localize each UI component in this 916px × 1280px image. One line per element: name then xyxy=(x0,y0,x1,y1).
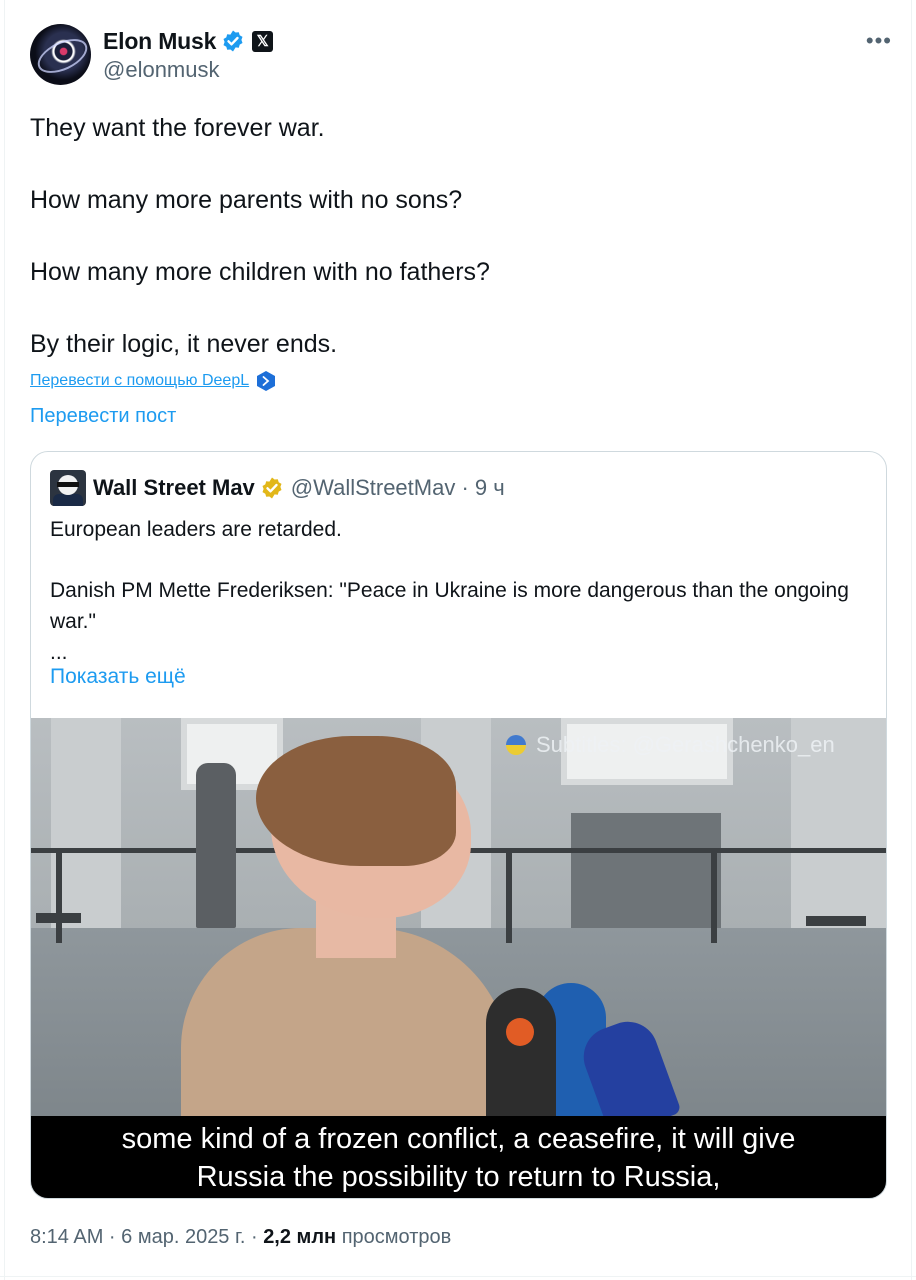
divider xyxy=(0,1276,916,1277)
more-options-icon[interactable]: ••• xyxy=(866,28,892,54)
quoted-post-text: European leaders are retarded. Danish PM… xyxy=(50,514,870,668)
post-text: They want the forever war. How many more… xyxy=(30,110,880,362)
show-more-link[interactable]: Показать ещё xyxy=(50,665,186,689)
quoted-author-name[interactable]: Wall Street Mav xyxy=(93,475,255,501)
ukraine-flag-icon xyxy=(506,735,526,755)
video-cameraman xyxy=(196,763,236,928)
video-subtitle-line: Russia the possibility to return to Russ… xyxy=(196,1161,721,1193)
quoted-author-avatar[interactable] xyxy=(50,470,86,506)
video-subtitle-line: some kind of a frozen conflict, a ceasef… xyxy=(121,1123,796,1155)
post-paragraph: They want the forever war. xyxy=(30,114,325,142)
quoted-author-handle-time: @WallStreetMav · 9 ч xyxy=(290,475,505,500)
post-timestamp[interactable]: 8:14 AM · 6 мар. 2025 г. · xyxy=(30,1226,263,1248)
quoted-ellipsis: ... xyxy=(50,641,68,664)
author-name[interactable]: Elon Musk xyxy=(103,28,216,55)
post-metadata: 8:14 AM · 6 мар. 2025 г. · 2,2 млн просм… xyxy=(30,1226,451,1249)
frame-border-left xyxy=(4,0,5,1280)
video-watermark: Subtitles: @Gerashchenko_en xyxy=(506,732,835,758)
post-paragraph: By their logic, it never ends. xyxy=(30,330,338,358)
author-avatar[interactable] xyxy=(30,24,91,85)
video-speaker-coat xyxy=(181,928,511,1148)
views-label: просмотров xyxy=(336,1226,452,1248)
post-header: Elon Musk 𝕏 @elonmusk ••• xyxy=(30,24,892,86)
video-player[interactable]: Subtitles: @Gerashchenko_en some kind of… xyxy=(31,718,886,1198)
quoted-paragraph: European leaders are retarded. xyxy=(50,518,342,541)
frame-border-right xyxy=(911,0,912,1280)
x-affiliate-icon: 𝕏 xyxy=(252,30,274,52)
verified-badge-icon xyxy=(223,30,243,52)
views-count: 2,2 млн xyxy=(263,1226,337,1248)
author-name-row: Elon Musk 𝕏 xyxy=(103,26,274,56)
video-microphone xyxy=(486,988,556,1128)
author-handle[interactable]: @elonmusk xyxy=(103,57,220,83)
video-watermark-text: Subtitles: @Gerashchenko_en xyxy=(536,732,835,757)
deepl-icon xyxy=(257,371,276,391)
deepl-translate-row: Перевести с помощью DeepL xyxy=(30,370,277,392)
post-paragraph: How many more children with no fathers? xyxy=(30,258,490,286)
quoted-paragraph: Danish PM Mette Frederiksen: "Peace in U… xyxy=(50,579,849,633)
translate-post-link[interactable]: Перевести пост xyxy=(30,405,176,428)
quoted-post[interactable]: Wall Street Mav @WallStreetMav · 9 ч Eur… xyxy=(30,451,887,1199)
video-subtitles: some kind of a frozen conflict, a ceasef… xyxy=(31,1116,886,1198)
post-paragraph: How many more parents with no sons? xyxy=(30,186,463,214)
deepl-translate-link[interactable]: Перевести с помощью DeepL xyxy=(30,372,249,390)
quoted-post-header: Wall Street Mav @WallStreetMav · 9 ч xyxy=(50,470,505,506)
gold-verified-badge-icon xyxy=(262,477,282,499)
